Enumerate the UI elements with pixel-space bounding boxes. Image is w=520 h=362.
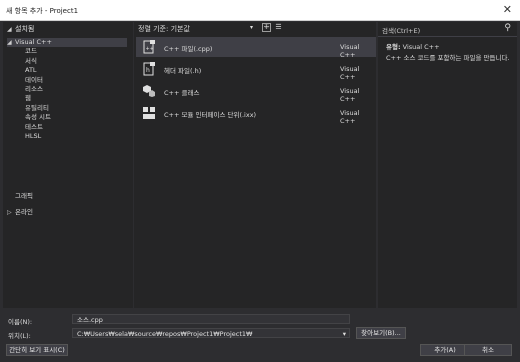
- grid-view-icon[interactable]: ⁜: [262, 23, 271, 32]
- template-toolbar: 정렬 기준: 기본값 ▾ ⁜ ☰: [134, 22, 376, 34]
- tree-item[interactable]: 코드: [25, 47, 127, 56]
- location-value: C:₩Users₩sela₩source₩repos₩Project1₩Proj…: [77, 330, 253, 338]
- compact-view-button[interactable]: 간단히 보기 표시(C): [6, 344, 68, 356]
- name-label: 이름(N):: [8, 318, 33, 326]
- cancel-button[interactable]: 취소: [464, 344, 512, 356]
- window-title: 새 항목 추가 - Project1: [6, 7, 79, 15]
- tree-item-label: 리소스: [25, 85, 43, 93]
- template-language: Visual C++: [340, 109, 360, 125]
- tree-item-label: 데이터: [25, 75, 43, 84]
- template-item[interactable]: C++ 모듈 인터페이스 단위(.ixx) Visual C++: [136, 103, 376, 125]
- template-name: C++ 모듈 인터페이스 단위(.ixx): [164, 111, 257, 119]
- tree-item-label: 속성 시트: [25, 113, 51, 122]
- list-view-icon[interactable]: ☰: [274, 23, 283, 32]
- template-item[interactable]: ++ C++ 파일(.cpp) Visual C++: [136, 37, 376, 59]
- installed-label: 설치됨: [15, 25, 35, 33]
- tree-item[interactable]: 속성 시트: [25, 113, 127, 122]
- cpp-file-icon: ++: [142, 40, 156, 54]
- header-file-icon: h: [142, 62, 156, 76]
- class-icon: [142, 84, 156, 98]
- title-bar: 새 항목 추가 - Project1 ✕: [0, 0, 520, 21]
- template-language: Visual C++: [340, 87, 360, 103]
- add-button[interactable]: 추가(A): [420, 344, 470, 356]
- tree-item-label: 코드: [25, 47, 37, 56]
- browse-button[interactable]: 찾아보기(B)...: [356, 327, 406, 339]
- tree-item-label: 테스트: [25, 122, 43, 131]
- tree-item-label: 유틸리티: [25, 103, 49, 112]
- template-language: Visual C++: [340, 65, 360, 81]
- tree-item[interactable]: 데이터: [25, 76, 127, 85]
- template-name: C++ 클래스: [164, 89, 200, 97]
- tree-item[interactable]: ATL: [25, 66, 127, 75]
- type-label: 유형:: [386, 43, 401, 51]
- location-input[interactable]: C:₩Users₩sela₩source₩repos₩Project1₩Proj…: [72, 328, 350, 338]
- template-item[interactable]: h 헤더 파일(.h) Visual C++: [136, 59, 376, 81]
- template-description: C++ 소스 코드를 포함하는 파일을 만듭니다.: [386, 54, 510, 62]
- template-language: Visual C++: [340, 43, 360, 59]
- category-pane: ◢ 설치됨 ◢ Visual C++ 코드 서식 ATL 데이터 리소스 웹 유틸리티 속성 시트 테…: [3, 22, 133, 308]
- location-label: 위치(L):: [8, 332, 31, 340]
- tree-item-label: 서식: [25, 56, 37, 65]
- type-line: 유형: Visual C++: [386, 41, 440, 51]
- search-input[interactable]: 검색(Ctrl+E): [382, 25, 420, 35]
- installed-header[interactable]: ◢ 설치됨: [7, 24, 34, 34]
- tree-item[interactable]: 그래픽: [7, 192, 127, 201]
- tree-item-label: 웹: [25, 94, 31, 103]
- search-icon[interactable]: ⚲: [504, 23, 511, 33]
- expand-caret-icon: ◢: [7, 26, 12, 33]
- tree-item[interactable]: ▷ 온라인: [7, 208, 127, 217]
- close-icon[interactable]: ✕: [503, 3, 512, 16]
- tree-item-label: ATL: [25, 66, 37, 75]
- type-value: Visual C++: [402, 43, 440, 51]
- tree-item-label: Visual C++: [15, 38, 52, 46]
- detail-pane: 검색(Ctrl+E) ⚲ 유형: Visual C++ C++ 소스 코드를 포…: [378, 22, 517, 308]
- template-item[interactable]: C++ 클래스 Visual C++: [136, 81, 376, 103]
- sort-dropdown-icon[interactable]: ▾: [250, 24, 253, 31]
- template-name: 헤더 파일(.h): [164, 67, 202, 75]
- tree-item[interactable]: 웹: [25, 94, 127, 103]
- location-dropdown-icon[interactable]: ▾: [343, 329, 346, 339]
- svg-text:h: h: [146, 67, 150, 74]
- tree-item-label: 그래픽: [15, 192, 33, 200]
- tree-item[interactable]: 테스트: [25, 123, 127, 132]
- expand-caret-icon[interactable]: ◢: [7, 38, 15, 47]
- sort-label[interactable]: 정렬 기준: 기본값: [138, 24, 190, 34]
- name-input[interactable]: 소스.cpp: [72, 314, 350, 324]
- tree-item-label: 온라인: [15, 208, 33, 216]
- tree-item[interactable]: ◢ Visual C++: [7, 38, 127, 47]
- expand-caret-icon[interactable]: ▷: [7, 208, 15, 217]
- tree-item[interactable]: 서식: [25, 57, 127, 66]
- tree-item[interactable]: 리소스: [25, 85, 127, 94]
- tree-item[interactable]: 유틸리티: [25, 104, 127, 113]
- template-name: C++ 파일(.cpp): [164, 45, 213, 53]
- tree-item[interactable]: HLSL: [25, 132, 127, 141]
- tree-item-label: HLSL: [25, 132, 42, 140]
- module-icon: [142, 106, 156, 120]
- search-box[interactable]: 검색(Ctrl+E) ⚲: [378, 22, 517, 37]
- svg-text:++: ++: [146, 46, 154, 52]
